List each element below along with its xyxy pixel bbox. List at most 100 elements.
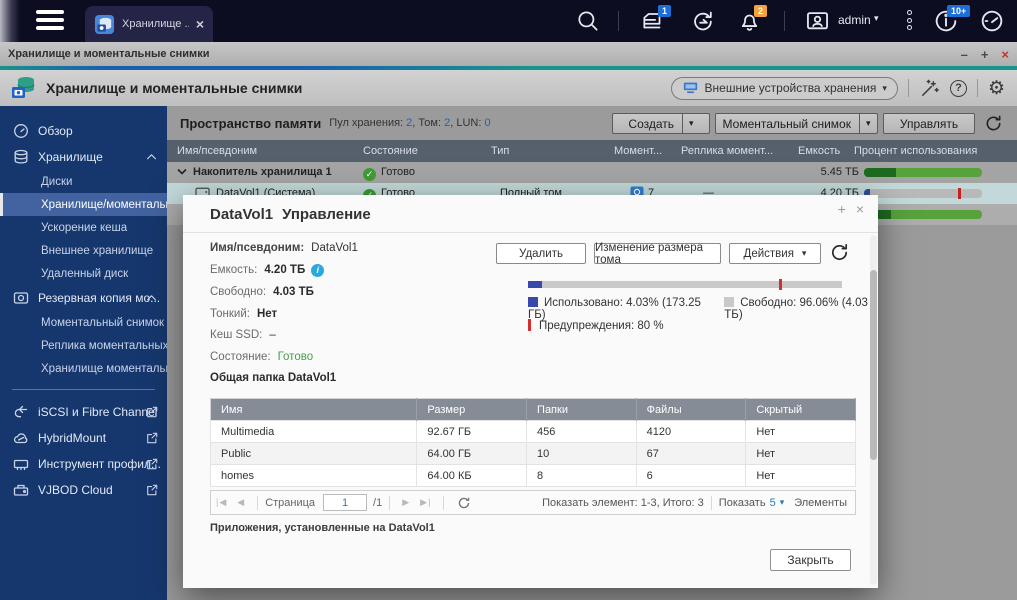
column-usage[interactable]: Процент использования bbox=[854, 140, 977, 162]
external-device-icon bbox=[683, 82, 697, 93]
page-first-icon[interactable]: |◀ bbox=[216, 497, 227, 508]
table-refresh-icon[interactable] bbox=[457, 496, 471, 510]
sidebar-item-vjbod-cloud[interactable]: VJBOD Cloud bbox=[0, 477, 167, 503]
delete-button[interactable]: Удалить bbox=[496, 243, 586, 264]
gear-icon[interactable]: ⚙ bbox=[988, 79, 1005, 98]
scrollbar-thumb[interactable] bbox=[870, 270, 877, 460]
shared-folder-heading: Общая папка DataVol1 bbox=[210, 372, 337, 384]
snapshot-button[interactable]: Моментальный снимок ▾ bbox=[715, 113, 878, 134]
range-info: Показать элемент: 1-3, Итого: 3 bbox=[542, 496, 704, 509]
dialog-title-action: Управление bbox=[282, 206, 371, 223]
page-prev-icon[interactable]: ◀ bbox=[237, 497, 245, 508]
sync-icon[interactable] bbox=[690, 8, 717, 35]
resize-volume-button[interactable]: Изменение размера тома bbox=[594, 242, 721, 266]
column-snapshots[interactable]: Момент... bbox=[614, 140, 662, 162]
sidebar-item-snapshot[interactable]: Моментальный снимок bbox=[0, 311, 167, 334]
search-icon[interactable] bbox=[575, 8, 601, 34]
close-dialog-button[interactable]: Закрыть bbox=[770, 549, 851, 571]
chevron-down-icon: ▾ bbox=[882, 82, 887, 93]
kebab-menu-icon[interactable] bbox=[900, 10, 918, 32]
caret-down-icon: ▾ bbox=[689, 118, 694, 128]
tab-close-icon[interactable]: × bbox=[196, 16, 204, 32]
column-name[interactable]: Имя/псевдоним bbox=[177, 140, 257, 162]
window-titlebar: Хранилище и моментальные снимки – + × bbox=[0, 42, 1017, 66]
refresh-icon[interactable] bbox=[984, 114, 1003, 133]
dialog-maximize-icon[interactable]: + bbox=[838, 202, 846, 216]
free-legend-label: Свободно: 96.06% (4.03 ТБ) bbox=[724, 297, 868, 321]
dialog-refresh-icon[interactable] bbox=[829, 242, 850, 263]
storage-app-icon bbox=[94, 14, 115, 34]
sidebar-item-disks[interactable]: Диски bbox=[0, 170, 167, 193]
column-replica[interactable]: Реплика момент... bbox=[681, 140, 773, 162]
collapse-caret-icon[interactable] bbox=[177, 168, 187, 175]
sidebar-item-overview[interactable]: Обзор bbox=[0, 118, 167, 144]
sidebar-item-snapshot-replica[interactable]: Реплика моментальных ... bbox=[0, 334, 167, 357]
dashboard-icon[interactable] bbox=[978, 7, 1006, 35]
page-last-icon[interactable]: ▶| bbox=[420, 497, 431, 508]
dialog-title-volume: DataVol1 bbox=[210, 206, 274, 223]
dialog-title: DataVol1 Управление bbox=[210, 206, 371, 223]
page-next-icon[interactable]: ▶ bbox=[402, 497, 410, 508]
sidebar-item-storage[interactable]: Хранилище bbox=[0, 144, 167, 170]
sidebar-item-storage-snapshots[interactable]: Хранилище/моментальн... bbox=[0, 193, 167, 216]
dialog-header: DataVol1 Управление + × bbox=[183, 195, 878, 233]
external-devices-button[interactable]: Внешние устройства хранения ▾ bbox=[670, 76, 898, 100]
section-title: Пространство памяти bbox=[180, 115, 322, 131]
shared-folders-table: Имя Размер Папки Файлы Скрытый Multimedi… bbox=[209, 398, 856, 487]
sidebar-item-iscsi[interactable]: iSCSI и Fibre Channel bbox=[0, 399, 167, 425]
share-files: 4120 bbox=[635, 420, 747, 443]
shares-column-files[interactable]: Файлы bbox=[636, 398, 747, 421]
dialog-close-icon[interactable]: × bbox=[856, 202, 864, 216]
page-input[interactable] bbox=[323, 494, 368, 511]
actions-button[interactable]: Действия ▾ bbox=[729, 243, 821, 264]
shares-column-name[interactable]: Имя bbox=[210, 398, 418, 421]
minimize-button[interactable]: – bbox=[961, 48, 968, 61]
sidebar-item-snapshot-vault[interactable]: Хранилище моментальн... bbox=[0, 357, 167, 380]
manage-button[interactable]: Управлять bbox=[883, 113, 975, 134]
shares-column-folders[interactable]: Папки bbox=[526, 398, 637, 421]
shares-row[interactable]: homes 64.00 КБ 8 6 Нет bbox=[209, 464, 856, 487]
column-capacity[interactable]: Емкость bbox=[798, 140, 840, 162]
volume-usage-meter bbox=[528, 279, 842, 290]
items-label: Элементы bbox=[794, 496, 847, 509]
column-type[interactable]: Тип bbox=[491, 140, 509, 162]
sidebar-item-remote-disk[interactable]: Удаленный диск bbox=[0, 262, 167, 285]
stat-value: 0 bbox=[484, 117, 491, 129]
help-icon[interactable]: ? bbox=[949, 79, 967, 97]
pool-state: Готово bbox=[381, 166, 415, 178]
sidebar-item-external-storage[interactable]: Внешнее хранилище bbox=[0, 239, 167, 262]
field-value: – bbox=[269, 329, 276, 341]
sidebar-item-snapshot-backup[interactable]: Резервная копия мо... bbox=[0, 285, 167, 311]
shares-column-hidden[interactable]: Скрытый bbox=[745, 398, 856, 421]
shares-row[interactable]: Multimedia 92.67 ГБ 456 4120 Нет bbox=[209, 420, 856, 443]
external-link-icon bbox=[147, 458, 158, 470]
page-label: Страница bbox=[265, 496, 316, 509]
share-folders: 456 bbox=[526, 420, 637, 443]
create-button[interactable]: Создать ▾ bbox=[612, 113, 710, 134]
header-divider bbox=[976, 79, 978, 97]
sidebar-item-cache-acceleration[interactable]: Ускорение кеша bbox=[0, 216, 167, 239]
main-menu-button[interactable] bbox=[36, 10, 66, 32]
page-size-select[interactable]: 5 bbox=[770, 497, 776, 509]
dialog-scrollbar[interactable] bbox=[870, 235, 877, 585]
maximize-button[interactable]: + bbox=[981, 48, 989, 61]
shares-row[interactable]: Public 64.00 ГБ 10 67 Нет bbox=[209, 442, 856, 465]
wizard-wand-icon[interactable] bbox=[919, 78, 940, 99]
share-files: 6 bbox=[635, 464, 747, 487]
close-window-button[interactable]: × bbox=[1001, 48, 1009, 61]
sidebar-item-profiling-tool[interactable]: Инструмент профил... bbox=[0, 451, 167, 477]
field-label: Кеш SSD: bbox=[210, 329, 263, 341]
info-icon[interactable]: i bbox=[311, 263, 325, 277]
caret-down-icon[interactable]: ▾ bbox=[780, 497, 785, 508]
storage-snapshots-icon bbox=[12, 77, 35, 98]
admin-menu[interactable]: admin bbox=[838, 13, 871, 27]
field-value: 4.03 ТБ bbox=[273, 286, 314, 298]
stat-value: 2 bbox=[444, 117, 451, 129]
table-row-pool[interactable]: Накопитель хранилища 1 ✓ Готово 5.45 ТБ bbox=[167, 162, 1017, 183]
shares-column-size[interactable]: Размер bbox=[416, 398, 528, 421]
sidebar-item-hybridmount[interactable]: HybridMount bbox=[0, 425, 167, 451]
column-state[interactable]: Состояние bbox=[363, 140, 418, 162]
user-icon[interactable] bbox=[804, 8, 831, 35]
app-tab-storage[interactable]: Хранилище ... × bbox=[85, 6, 213, 42]
window-title: Хранилище и моментальные снимки bbox=[8, 48, 210, 60]
